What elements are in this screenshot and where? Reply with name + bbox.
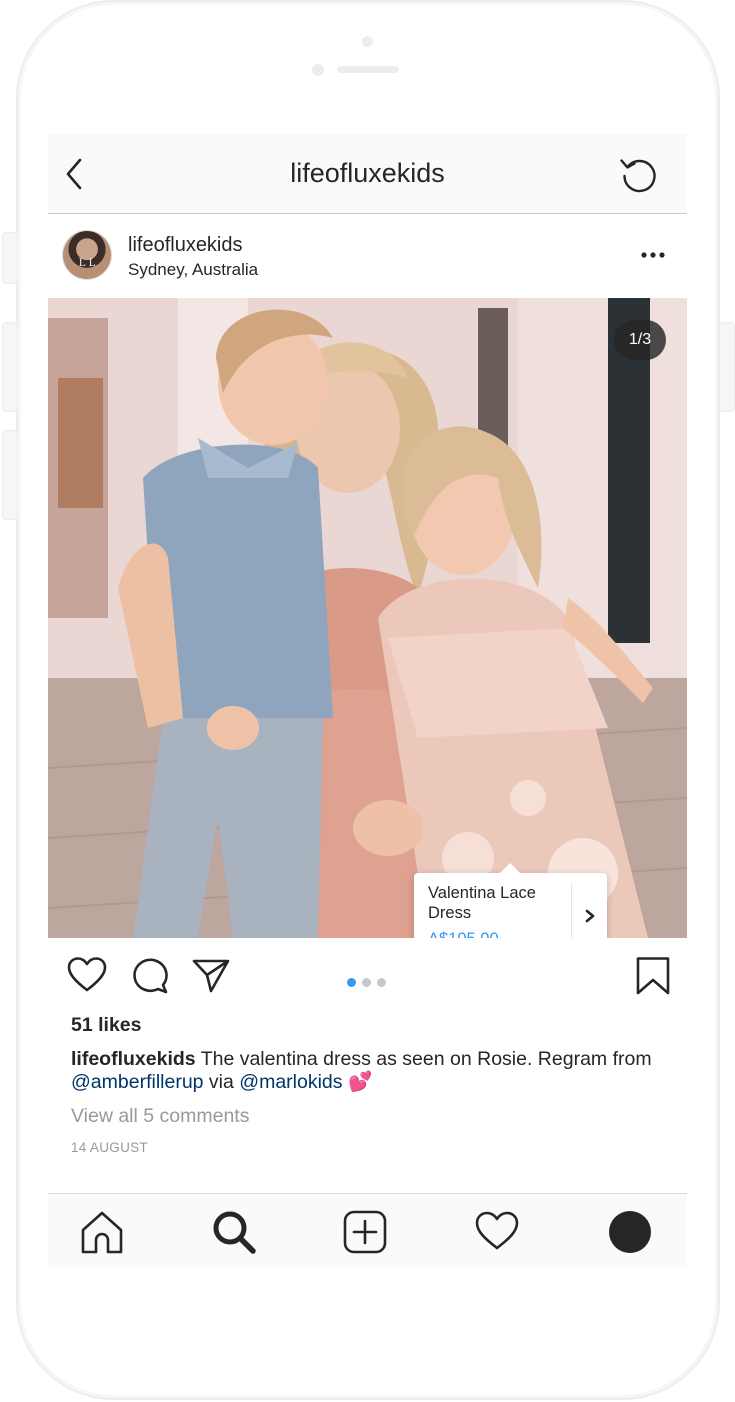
product-tag-open-button[interactable] xyxy=(580,905,600,927)
carousel-dot xyxy=(377,978,386,987)
media-counter-badge: 1/3 xyxy=(614,320,666,360)
nav-profile[interactable] xyxy=(607,1209,653,1255)
likes-count[interactable]: 51 likes xyxy=(71,1014,141,1037)
home-icon xyxy=(81,1211,123,1254)
product-tag-divider xyxy=(571,883,572,938)
product-tag-price: A$105.00 xyxy=(428,930,499,938)
avatar-initials: L L xyxy=(78,258,96,269)
post-photo-illustration xyxy=(48,298,687,938)
bookmark-icon xyxy=(636,957,670,995)
phone-side-button-volume-up xyxy=(2,322,18,412)
post-action-bar xyxy=(48,938,687,1008)
search-icon xyxy=(213,1211,256,1254)
carousel-dot-active xyxy=(347,978,356,987)
post-location[interactable]: Sydney, Australia xyxy=(128,260,258,280)
caption-username[interactable]: lifeofluxekids xyxy=(71,1048,196,1070)
save-button[interactable] xyxy=(633,956,673,996)
carousel-dot xyxy=(362,978,371,987)
refresh-button[interactable] xyxy=(618,154,660,196)
earpiece-speaker xyxy=(337,66,399,73)
refresh-icon xyxy=(620,159,656,193)
caption-emoji: 💕 xyxy=(347,1071,373,1093)
proximity-sensor xyxy=(312,64,324,76)
nav-home[interactable] xyxy=(79,1209,125,1255)
more-horizontal-icon xyxy=(641,252,665,258)
top-navigation-bar: lifeofluxekids xyxy=(48,134,687,214)
product-tag-name: Valentina Lace Dress xyxy=(428,884,536,922)
paper-plane-icon xyxy=(192,959,230,993)
post-header: L L lifeofluxekids Sydney, Australia xyxy=(48,214,687,298)
app-screen: lifeofluxekids L L lifeofluxekids Sydney… xyxy=(48,134,687,1268)
like-button[interactable] xyxy=(67,956,107,996)
heart-icon xyxy=(67,957,107,992)
caption-text: The valentina dress as seen on Rosie. Re… xyxy=(195,1048,652,1070)
nav-activity[interactable] xyxy=(474,1209,520,1255)
chevron-right-icon xyxy=(585,909,595,923)
caption-text: via xyxy=(203,1071,240,1093)
phone-side-button-power xyxy=(719,322,735,412)
more-options-button[interactable] xyxy=(640,248,668,262)
phone-side-button-volume-down xyxy=(2,430,18,520)
caption-mention[interactable]: @marlokids xyxy=(239,1071,342,1093)
post-date: 14 AUGUST xyxy=(71,1140,148,1155)
product-tag[interactable]: Valentina Lace Dress A$105.00 xyxy=(414,863,607,938)
carousel-indicator xyxy=(347,974,392,987)
phone-side-button-mute xyxy=(2,232,18,284)
comment-icon xyxy=(133,958,168,994)
comment-button[interactable] xyxy=(130,956,170,996)
page-title: lifeofluxekids xyxy=(290,158,445,188)
nav-new-post[interactable] xyxy=(342,1209,388,1255)
share-button[interactable] xyxy=(191,956,231,996)
activity-heart-icon xyxy=(475,1211,519,1250)
bottom-tab-bar xyxy=(48,1193,687,1268)
caption-mention[interactable]: @amberfillerup xyxy=(71,1071,204,1093)
profile-avatar-icon xyxy=(609,1211,651,1253)
avatar[interactable]: L L xyxy=(63,231,111,279)
new-post-icon xyxy=(343,1210,387,1254)
front-camera xyxy=(362,36,373,47)
post-photo[interactable]: 1/3 Valentina Lace Dress A$105.00 xyxy=(48,298,687,938)
nav-search[interactable] xyxy=(211,1209,257,1255)
view-comments-link[interactable]: View all 5 comments xyxy=(71,1105,249,1128)
post-username[interactable]: lifeofluxekids xyxy=(128,234,243,257)
post-caption: lifeofluxekids The valentina dress as se… xyxy=(71,1048,661,1094)
